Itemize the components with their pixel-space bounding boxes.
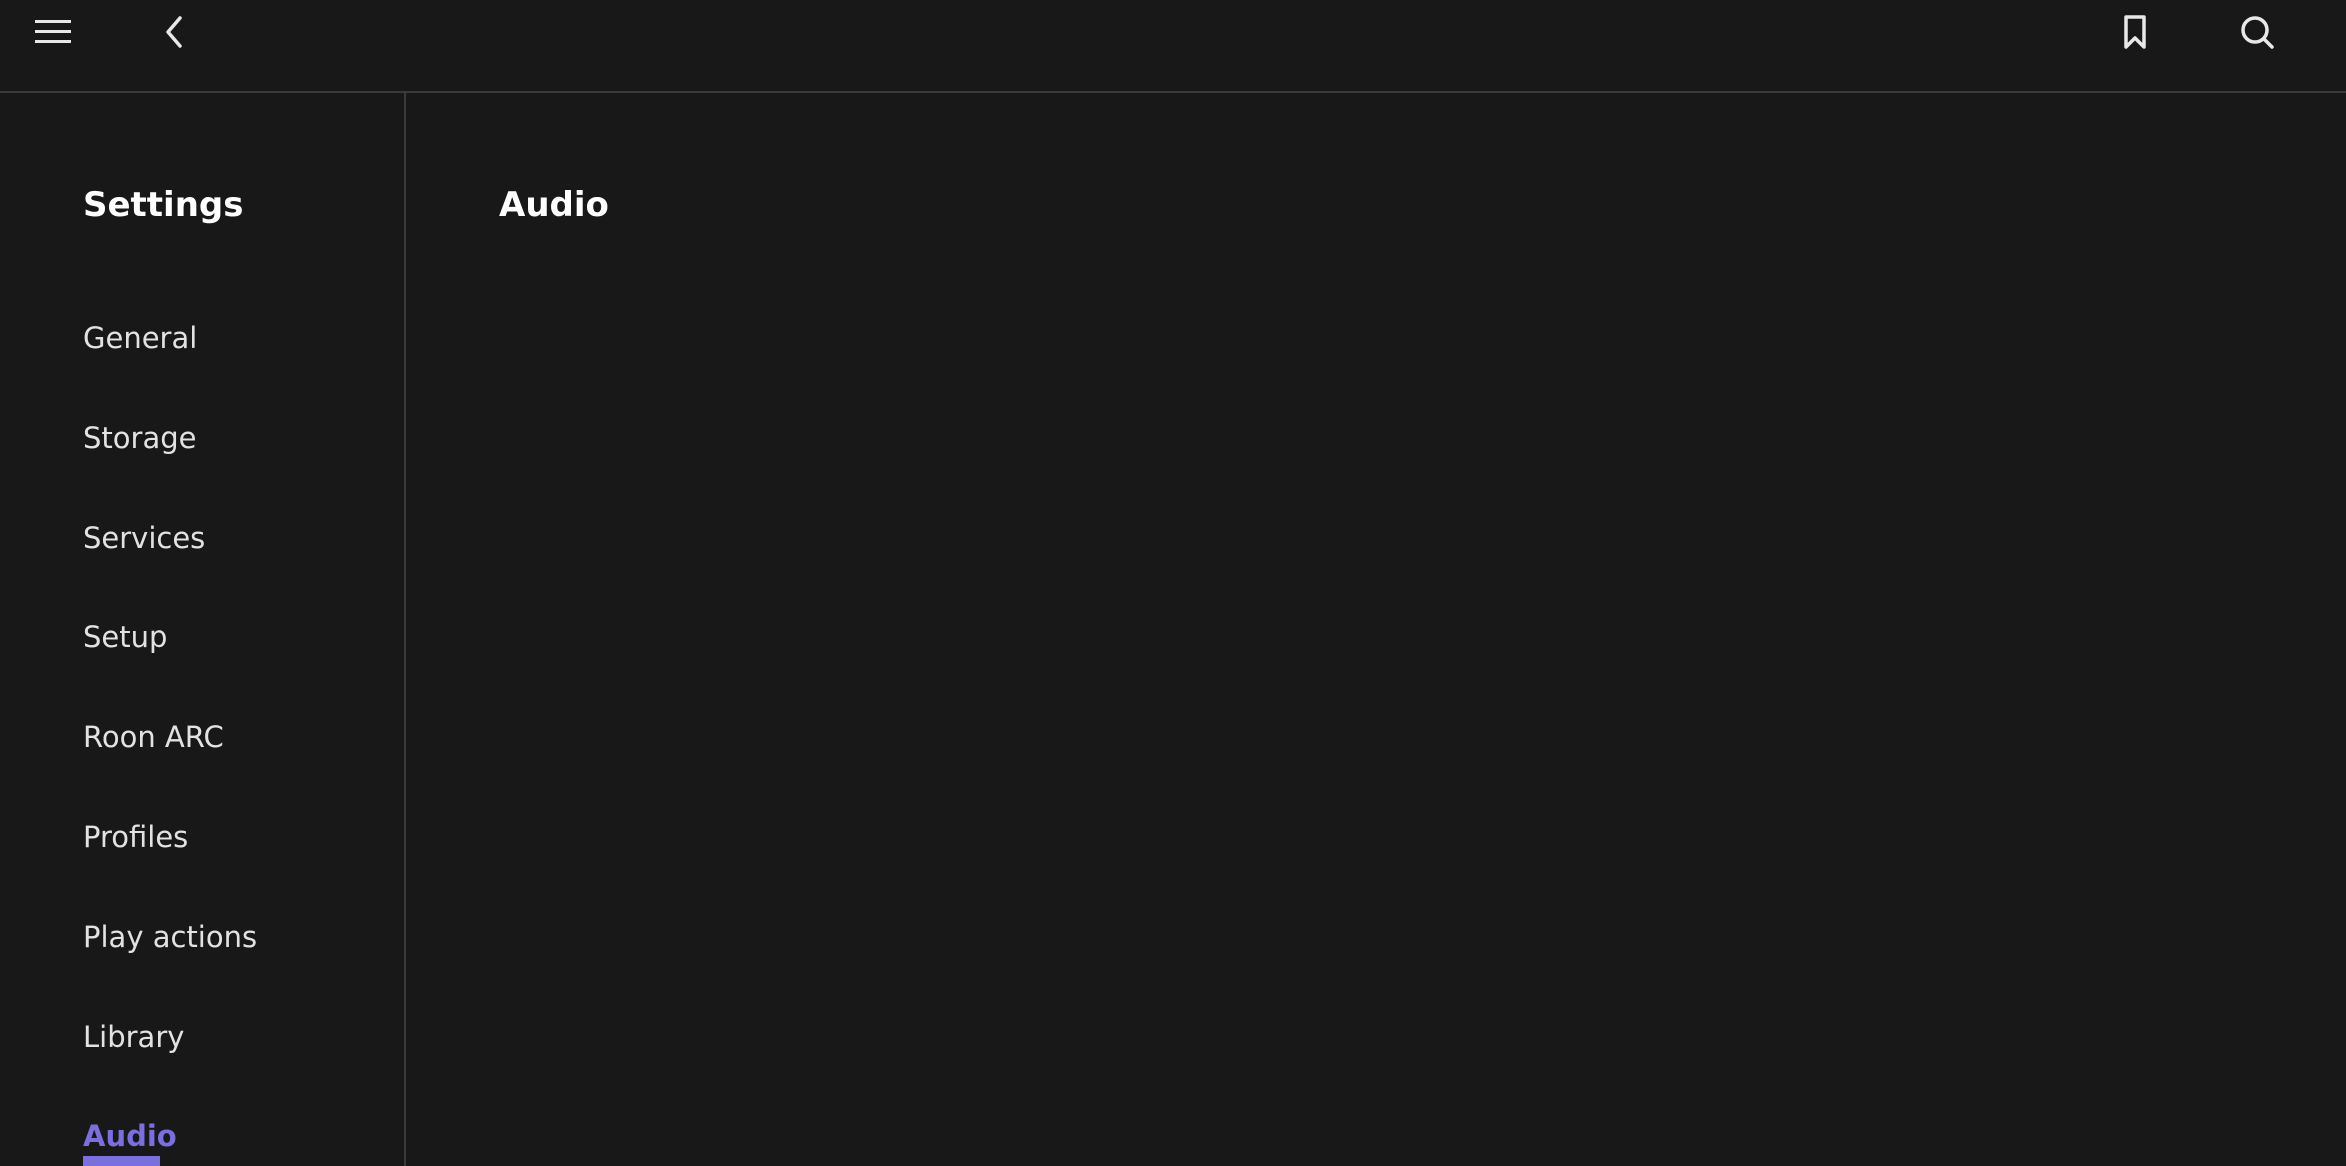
menu-button[interactable] [25,4,81,60]
hamburger-menu-icon [33,12,73,52]
active-item-indicator [83,1156,160,1166]
sidebar-item-setup[interactable]: Setup [83,615,167,659]
sidebar-item-services[interactable]: Services [83,516,205,560]
sidebar-item-roon-arc[interactable]: Roon ARC [83,715,224,759]
top-toolbar [0,0,2346,93]
roon-settings-window: Settings General Storage Services Setup … [0,0,2346,1166]
search-button[interactable] [2229,4,2285,60]
sidebar-item-play-actions[interactable]: Play actions [83,915,257,959]
search-icon [2237,12,2277,52]
settings-content-pane: Audio [406,93,2346,1166]
page-title: Audio [499,185,609,225]
sidebar-item-audio[interactable]: Audio [83,1114,177,1158]
bookmarks-button[interactable] [2107,4,2163,60]
settings-sidebar: Settings General Storage Services Setup … [0,93,406,1166]
bookmark-icon [2115,12,2155,52]
sidebar-item-library[interactable]: Library [83,1015,184,1059]
sidebar-item-profiles[interactable]: Profiles [83,815,188,859]
sidebar-item-general[interactable]: General [83,316,197,360]
back-button[interactable] [147,4,203,60]
sidebar-item-storage[interactable]: Storage [83,416,196,460]
chevron-left-icon [155,12,195,52]
sidebar-title: Settings [83,185,244,225]
